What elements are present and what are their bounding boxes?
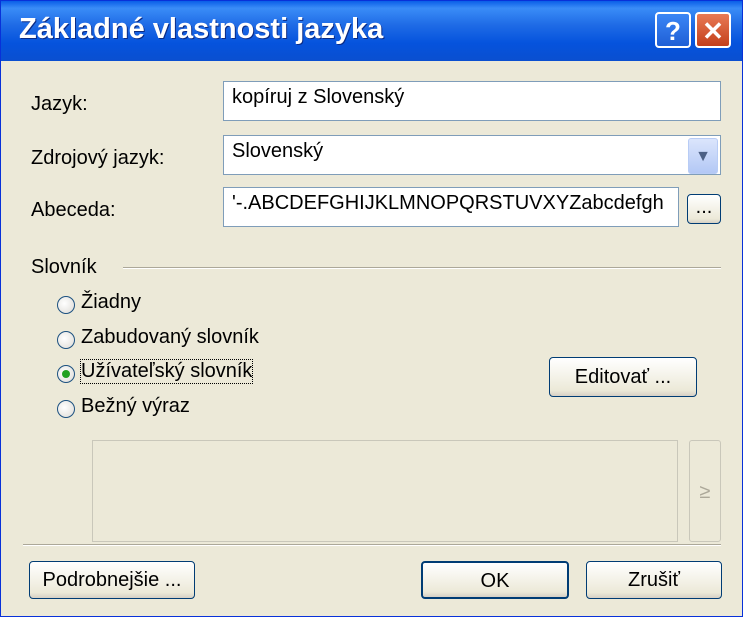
window-title: Základné vlastnosti jazyka <box>19 13 384 45</box>
regex-input[interactable] <box>92 440 678 542</box>
radio-builtin-dictionary[interactable] <box>57 331 75 349</box>
source-language-select[interactable]: Slovenský ▼ <box>223 135 721 175</box>
edit-dictionary-button[interactable]: Editovať ... <box>549 357 697 397</box>
dialog-window: Základné vlastnosti jazyka ? ✕ Jazyk: ko… <box>0 0 743 617</box>
chevron-down-icon[interactable]: ▼ <box>688 138 718 174</box>
radio-user-dictionary-label[interactable]: Užívateľský slovník <box>79 359 254 384</box>
section-divider <box>123 267 721 269</box>
footer-divider <box>23 544 721 546</box>
dictionary-section-label: Slovník <box>31 256 97 278</box>
ok-button[interactable]: OK <box>421 561 569 599</box>
alphabet-browse-button[interactable]: ... <box>687 194 721 224</box>
cancel-button[interactable]: Zrušiť <box>586 561 722 599</box>
radio-none-label[interactable]: Žiadny <box>81 291 141 314</box>
details-button[interactable]: Podrobnejšie ... <box>29 561 195 599</box>
source-language-label: Zdrojový jazyk: <box>31 147 165 169</box>
radio-user-dictionary[interactable] <box>57 365 75 383</box>
language-input[interactable]: kopíruj z Slovenský <box>223 81 721 121</box>
regex-insert-button[interactable]: ≥ <box>689 440 721 542</box>
title-bar[interactable]: Základné vlastnosti jazyka ? ✕ <box>1 1 742 61</box>
help-button[interactable]: ? <box>655 12 691 48</box>
alphabet-label: Abeceda: <box>31 199 116 221</box>
radio-regular-expression[interactable] <box>57 400 75 418</box>
language-label: Jazyk: <box>31 93 88 115</box>
radio-regular-expression-label[interactable]: Bežný výraz <box>81 395 190 418</box>
alphabet-input[interactable]: '-.ABCDEFGHIJKLMNOPQRSTUVXYZabcdefgh <box>223 187 679 227</box>
radio-builtin-dictionary-label[interactable]: Zabudovaný slovník <box>81 326 259 349</box>
close-button[interactable]: ✕ <box>695 12 731 48</box>
source-language-value: Slovenský <box>232 140 324 162</box>
radio-none[interactable] <box>57 296 75 314</box>
